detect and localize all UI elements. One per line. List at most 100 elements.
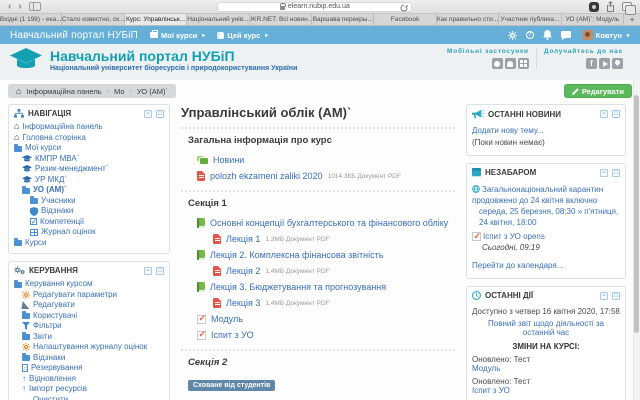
folder-icon (22, 332, 30, 341)
quiz-activity[interactable]: Модуль (181, 311, 455, 327)
breadcrumb-mid[interactable]: Мо (114, 87, 125, 96)
edit-button[interactable]: Редагувати (563, 84, 632, 98)
admin-item-users[interactable]: Користувачі (14, 311, 164, 322)
arrow-up-icon (22, 375, 26, 383)
location-pin-icon[interactable] (612, 58, 623, 69)
dock-icon[interactable] (612, 110, 620, 118)
menu-this-course[interactable]: Цей курс (217, 31, 268, 40)
add-topic-link[interactable]: Додати нову тему... (472, 126, 620, 135)
nav-item-sitehome[interactable]: Головна сторінка (14, 133, 164, 144)
nav-item-course[interactable]: УР МКД` (14, 175, 164, 186)
youtube-icon[interactable] (599, 58, 610, 69)
extension-icon[interactable] (589, 1, 599, 12)
browser-tab[interactable]: Участник публика... (499, 14, 562, 25)
admin-item-reports[interactable]: Звіти (14, 332, 164, 343)
forward-icon[interactable] (18, 2, 21, 12)
nav-item-course[interactable]: Ризик-менеджмент` (14, 164, 164, 175)
course-title: Управлінський облік (АМ)` (181, 105, 352, 120)
nav-item-badges[interactable]: Відзнаки (14, 206, 164, 217)
admin-item-restore[interactable]: Відновлення (14, 374, 164, 385)
browser-tab[interactable]: Стало известно, ск... (62, 14, 125, 25)
navigation-title: НАВІГАЦІЯ (28, 109, 72, 118)
nav-item-current-course[interactable]: УО (АМ)` (14, 185, 164, 196)
pdf-icon (213, 298, 221, 308)
sidebar-toggle-icon[interactable] (28, 2, 41, 11)
collapse-icon[interactable] (144, 266, 152, 275)
admin-item-gradebook-setup[interactable]: Налаштування журналу оцінок (14, 342, 164, 353)
nav-item-dashboard[interactable]: Інформаційна панель (14, 122, 164, 133)
admin-item-course-admin[interactable]: Керування курсом (14, 279, 164, 290)
help-icon[interactable] (525, 31, 534, 39)
messages-chat-icon[interactable] (560, 30, 571, 40)
collapse-icon[interactable] (144, 109, 152, 118)
go-to-calendar-link[interactable]: Перейти до календаря... (472, 261, 620, 270)
collapse-icon[interactable] (600, 168, 608, 177)
browser-tab[interactable]: Facebook (374, 14, 437, 25)
collapse-icon[interactable] (600, 291, 608, 300)
resource-pdf[interactable]: Лекція 2 1.4МБ Документ PDF (181, 263, 455, 279)
windows-app-icon[interactable] (517, 58, 529, 69)
menu-my-courses-label: Мої курси (161, 30, 198, 40)
portal-brand[interactable]: Навчальний портал НУБіП (10, 30, 138, 41)
book-resource[interactable]: Лекція 2. Комплексна фінансова звітність (181, 247, 455, 263)
nav-item-course[interactable]: КМПР МВА` (14, 154, 164, 165)
dock-icon[interactable] (612, 291, 620, 300)
browser-tab[interactable]: UKR.NET: Всі новин... (249, 14, 313, 25)
scrollbar-thumb[interactable] (634, 95, 639, 333)
browser-tab[interactable]: Національний унів... (187, 14, 250, 25)
user-menu[interactable]: Ковтун (582, 30, 630, 40)
dock-icon[interactable] (612, 168, 620, 177)
nav-item-competencies[interactable]: Компетенції (14, 217, 164, 227)
latest-news-block: ОСТАННІ НОВИНИ Додати нову тему... (Поки… (466, 104, 626, 156)
book-resource[interactable]: Основні концепції бухгалтерського та фін… (181, 215, 455, 231)
nav-item-mycourses[interactable]: Мої курси (14, 143, 164, 154)
event-link[interactable]: Іспит з УО opens (472, 231, 620, 242)
new-tab-button[interactable]: + (624, 14, 640, 25)
browser-tab[interactable]: Как правильно сти... (436, 14, 500, 25)
settings-gear-icon[interactable] (507, 30, 517, 40)
nav-item-courses[interactable]: Курси (14, 238, 164, 249)
portal-logo-icon[interactable] (10, 48, 42, 73)
facebook-icon[interactable] (586, 58, 597, 69)
browser-tab[interactable]: УО (АМ)`: Модуль (561, 14, 625, 25)
portal-title[interactable]: Навчальний портал НУБіП (50, 48, 297, 64)
quiz-activity[interactable]: Іспит з УО (181, 327, 455, 343)
admin-item-edit[interactable]: Редагувати (14, 300, 164, 311)
nav-item-grades[interactable]: Журнал оцінок (14, 227, 164, 238)
change-link[interactable]: Іспит з УО (472, 386, 620, 395)
breadcrumb-dashboard[interactable]: Інформаційна панель (26, 87, 101, 96)
admin-item-backup[interactable]: Резервування (14, 363, 164, 374)
admin-item-edit-settings[interactable]: Редагувати параметри (14, 290, 164, 301)
event-link[interactable]: Загальнонаціональний карантин продовжено… (472, 184, 620, 206)
share-icon[interactable] (606, 1, 615, 12)
menu-my-courses[interactable]: Мої курси (150, 30, 205, 40)
pencil-icon (22, 301, 30, 309)
admin-item-filters[interactable]: Фільтри (14, 321, 164, 332)
nav-item-participants[interactable]: Учасники (14, 196, 164, 207)
browser-tab[interactable]: Вхідні (1 198) - ека... (0, 14, 63, 25)
collapse-icon[interactable] (600, 110, 608, 118)
apple-app-icon[interactable] (491, 58, 503, 69)
admin-item-reset[interactable]: Очистити (14, 395, 164, 400)
admin-item-import[interactable]: Імпорт ресурсів (14, 384, 164, 395)
android-app-icon[interactable] (504, 58, 516, 69)
dock-icon[interactable] (156, 266, 164, 275)
activity-news-forum[interactable]: Новини (181, 152, 455, 168)
back-icon[interactable] (8, 2, 11, 12)
book-resource[interactable]: Лекція 3. Бюджетування та прогнозування (181, 279, 455, 295)
left-column: НАВІГАЦІЯ Інформаційна панель Головна ст… (8, 104, 170, 400)
admin-item-badges[interactable]: Відзнаки (14, 353, 164, 364)
resource-pdf[interactable]: Лекція 3 1.4МБ Документ PDF (181, 295, 455, 311)
resource-pdf[interactable]: polozh ekzameni zaliki 2020 1014.3КБ Док… (181, 168, 455, 184)
resource-pdf[interactable]: Лекція 1 1.3МБ Документ PDF (181, 231, 455, 247)
notifications-bell-icon[interactable] (542, 30, 552, 40)
change-link[interactable]: Модуль (472, 364, 620, 373)
browser-tab[interactable]: Варшава перекры... (312, 14, 375, 25)
reload-icon[interactable] (400, 4, 408, 12)
full-report-link[interactable]: Повний звіт щодо діяльності за останній … (472, 319, 620, 337)
home-icon[interactable] (16, 87, 21, 96)
dock-icon[interactable] (156, 109, 164, 118)
address-bar[interactable]: elearn.nubip.edu.ua (217, 1, 413, 12)
tab-overview-icon[interactable] (622, 2, 636, 15)
browser-tab-active[interactable]: Курс: Управлінськ... (124, 14, 188, 25)
